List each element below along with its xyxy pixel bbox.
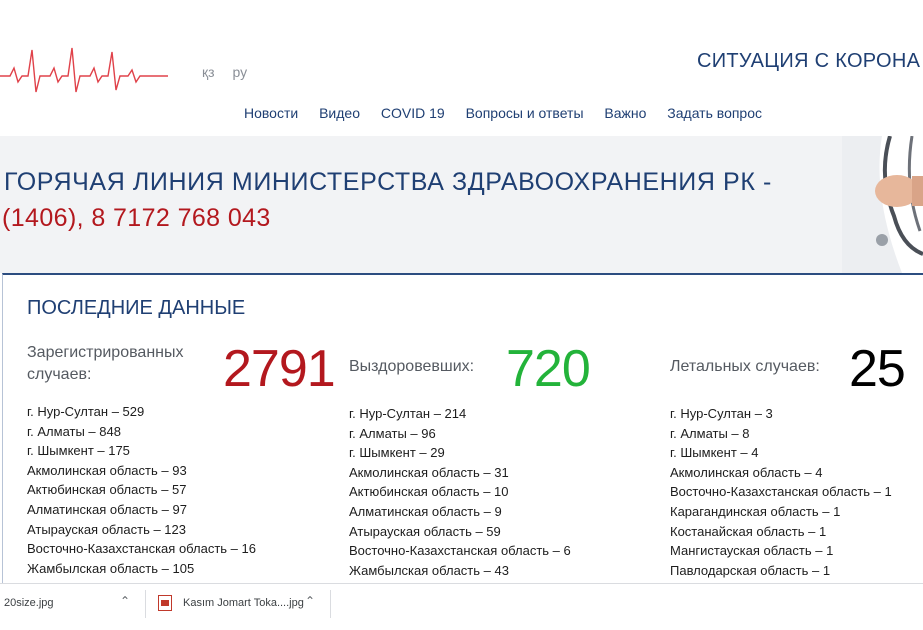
latest-data-panel: ПОСЛЕДНИЕ ДАННЫЕ Зарегистрированных случ… bbox=[2, 273, 923, 583]
list-item: г. Алматы – 96 bbox=[349, 425, 436, 441]
recovered-label: Выздоровевших: bbox=[349, 358, 475, 375]
registered-count: 2791 bbox=[223, 340, 336, 398]
list-item: г. Нур-Султан – 3 bbox=[670, 406, 773, 421]
doctor-stethoscope-image bbox=[842, 136, 923, 273]
list-item: Восточно-Казахстанская область – 16 bbox=[27, 541, 256, 557]
nav-important[interactable]: Важно bbox=[604, 105, 646, 121]
list-item: г. Шымкент – 29 bbox=[349, 445, 445, 461]
list-item: Восточно-Казахстанская область – 6 bbox=[349, 543, 571, 559]
list-item: г. Нур-Султан – 529 bbox=[27, 404, 145, 419]
list-item: г. Алматы – 8 bbox=[670, 425, 750, 441]
deaths-count: 25 bbox=[849, 340, 906, 398]
hotline-title: ГОРЯЧАЯ ЛИНИЯ МИНИСТЕРСТВА ЗДРАВООХРАНЕН… bbox=[4, 168, 772, 196]
download-bar: 20size.jpg ⌃ Kasım Jomart Toka....jpg ⌃ bbox=[0, 583, 923, 630]
list-item: Атырауская область – 59 bbox=[349, 523, 501, 539]
deaths-regions-list: г. Нур-Султан – 3 г. Алматы – 8 г. Шымке… bbox=[670, 404, 892, 580]
list-item: Восточно-Казахстанская область – 1 bbox=[670, 484, 892, 500]
deaths-label: Летальных случаев: bbox=[670, 358, 820, 375]
download-item[interactable]: 20size.jpg ⌃ bbox=[0, 584, 140, 622]
registered-regions-list: г. Нур-Султан – 529 г. Алматы – 848 г. Ш… bbox=[27, 402, 256, 578]
list-item: Алматинская область – 9 bbox=[349, 503, 502, 519]
list-item: Павлодарская область – 1 bbox=[670, 562, 831, 578]
download-filename: 20size.jpg bbox=[4, 597, 54, 609]
site-header: қз ру СИТУАЦИЯ С КОРОНА Новости Видео CO… bbox=[0, 0, 923, 136]
hotline-banner: ГОРЯЧАЯ ЛИНИЯ МИНИСТЕРСТВА ЗДРАВООХРАНЕН… bbox=[0, 136, 923, 273]
chevron-up-icon[interactable]: ⌃ bbox=[305, 594, 315, 608]
hotline-phone: (1406), 8 7172 768 043 bbox=[2, 204, 271, 232]
recovered-regions-list: г. Нур-Султан – 214 г. Алматы – 96 г. Шы… bbox=[349, 404, 571, 580]
nav-faq[interactable]: Вопросы и ответы bbox=[466, 105, 584, 121]
image-file-icon bbox=[158, 595, 172, 611]
download-filename: Kasım Jomart Toka....jpg bbox=[183, 597, 304, 609]
nav-covid19[interactable]: COVID 19 bbox=[381, 105, 445, 121]
recovered-count: 720 bbox=[506, 340, 591, 398]
list-item: Актюбинская область – 10 bbox=[349, 484, 509, 500]
list-item: Костанайская область – 1 bbox=[670, 523, 827, 539]
list-item: Актюбинская область – 57 bbox=[27, 482, 187, 498]
list-item: Алматинская область – 97 bbox=[27, 501, 187, 517]
download-divider bbox=[330, 590, 331, 618]
lang-kz[interactable]: қз bbox=[202, 64, 215, 80]
nav-ask-question[interactable]: Задать вопрос bbox=[667, 105, 762, 121]
list-item: Карагандинская область – 1 bbox=[670, 503, 841, 519]
site-title[interactable]: СИТУАЦИЯ С КОРОНА bbox=[697, 50, 920, 73]
list-item: Жамбылская область – 43 bbox=[349, 562, 509, 578]
list-item: Жамбылская область – 105 bbox=[27, 560, 195, 576]
list-item: г. Нур-Султан – 214 bbox=[349, 406, 467, 421]
nav-news[interactable]: Новости bbox=[244, 105, 298, 121]
list-item: Акмолинская область – 4 bbox=[670, 464, 823, 480]
panel-title: ПОСЛЕДНИЕ ДАННЫЕ bbox=[27, 297, 246, 319]
list-item: Акмолинская область – 93 bbox=[27, 462, 187, 478]
lang-ru[interactable]: ру bbox=[232, 64, 247, 80]
download-item[interactable]: Kasım Jomart Toka....jpg ⌃ bbox=[150, 584, 330, 622]
main-nav: Новости Видео COVID 19 Вопросы и ответы … bbox=[244, 105, 779, 121]
chevron-up-icon[interactable]: ⌃ bbox=[120, 594, 130, 608]
list-item: г. Шымкент – 4 bbox=[670, 445, 759, 461]
language-switcher: қз ру bbox=[202, 64, 261, 80]
nav-video[interactable]: Видео bbox=[319, 105, 360, 121]
list-item: г. Алматы – 848 bbox=[27, 423, 121, 439]
list-item: Акмолинская область – 31 bbox=[349, 464, 509, 480]
download-divider bbox=[145, 590, 146, 618]
heartbeat-logo-icon[interactable] bbox=[0, 42, 175, 100]
list-item: г. Шымкент – 175 bbox=[27, 443, 130, 459]
list-item: Атырауская область – 123 bbox=[27, 521, 186, 537]
list-item: Мангистауская область – 1 bbox=[670, 543, 834, 559]
registered-label: Зарегистрированных случаев: bbox=[27, 344, 184, 383]
